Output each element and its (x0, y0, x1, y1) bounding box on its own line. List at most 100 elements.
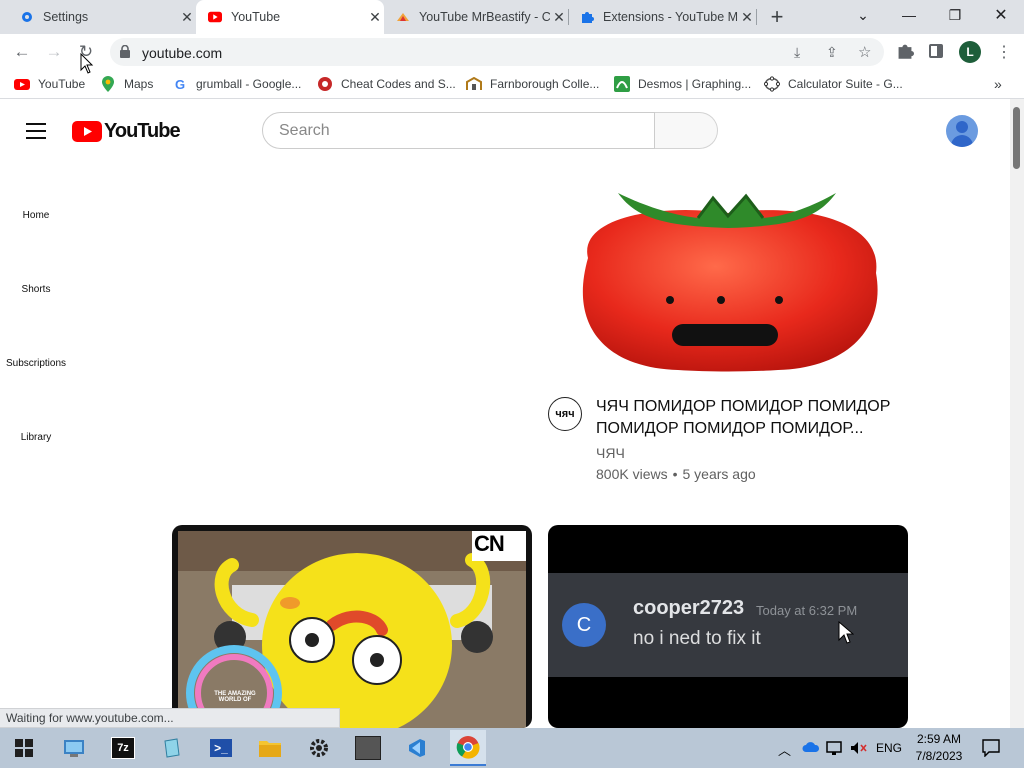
youtube-icon (208, 10, 222, 24)
bookmark-calculator-suite[interactable]: Calculator Suite - G... (764, 76, 903, 92)
gear-icon (20, 10, 34, 24)
control-panel-icon[interactable] (58, 732, 90, 764)
youtube-logo[interactable]: YouTube (72, 120, 181, 143)
tab-title: YouTube (231, 10, 281, 24)
windows-taskbar: 7z >_ ︿ ENG 2:59 AM 7/8/2023 (0, 728, 1024, 768)
video-thumbnail[interactable]: CN THE AMAZING WORLD OF (172, 525, 532, 728)
status-bubble: Waiting for www.youtube.com... (0, 708, 340, 728)
bookmarks-overflow-icon[interactable]: » (994, 76, 1002, 92)
extensions-puzzle-icon[interactable] (896, 42, 916, 62)
search-button[interactable] (655, 112, 718, 149)
tomato-face-image (582, 193, 878, 372)
close-tab-icon[interactable]: ✕ (550, 9, 568, 26)
bookmark-star-icon[interactable]: ☆ (858, 43, 871, 61)
tab-title: YouTube MrBeastify - C (419, 10, 550, 24)
tab-separator (568, 9, 569, 25)
desmos-icon (614, 76, 630, 92)
farnborough-icon (466, 76, 482, 92)
new-tab-button[interactable]: + (764, 4, 790, 30)
bookmark-label: Desmos | Graphing... (638, 77, 752, 91)
bookmark-farnborough[interactable]: Farnborough Colle... (466, 76, 599, 92)
tab-title: Settings (43, 10, 89, 24)
video-title-line: ПОМИДОР ПОМИДОР ПОМИДОР... (596, 420, 864, 437)
guide-label: Library (20, 432, 52, 443)
show-logo-text: THE AMAZING WORLD OF (214, 691, 256, 703)
guide-shorts[interactable]: Shorts (0, 284, 72, 295)
language-indicator[interactable]: ENG (876, 741, 902, 755)
bookmark-desmos[interactable]: Desmos | Graphing... (614, 76, 751, 92)
game-icon[interactable] (352, 732, 384, 764)
bookmark-cheat-codes[interactable]: Cheat Codes and S... (317, 76, 456, 92)
close-tab-icon[interactable]: ✕ (366, 9, 384, 26)
tab-search-chevron-icon[interactable]: ⌄ (840, 0, 886, 30)
google-icon: G (174, 76, 186, 92)
tab-youtube[interactable]: YouTube ✕ (196, 0, 384, 34)
puzzle-icon (580, 10, 594, 24)
account-avatar-icon[interactable] (946, 115, 978, 147)
upload-age: 5 years ago (682, 466, 756, 482)
page-scrollbar[interactable] (1010, 99, 1024, 728)
close-tab-icon[interactable]: ✕ (178, 9, 196, 26)
mrbeastify-icon (396, 10, 410, 24)
bookmark-maps[interactable]: Maps (100, 76, 153, 92)
file-explorer-icon[interactable] (254, 732, 286, 764)
profile-avatar[interactable]: L (959, 41, 981, 63)
windows-start-icon[interactable] (8, 732, 40, 764)
bookmark-label: YouTube (38, 77, 86, 91)
address-bar[interactable]: youtube.com ⤓ ⇪ ☆ (110, 38, 884, 66)
tab-extensions[interactable]: Extensions - YouTube M ✕ (568, 0, 756, 34)
mouse-cursor-icon (80, 53, 94, 74)
clock[interactable]: 2:59 AM 7/8/2023 (914, 732, 964, 763)
video-title[interactable]: ЧЯЧ ПОМИДОР ПОМИДОР ПОМИДОР ПОМИДОР ПОМИ… (596, 396, 896, 440)
back-arrow-icon[interactable]: ← (8, 38, 36, 66)
notifications-icon[interactable] (982, 739, 1000, 760)
vscode-icon[interactable] (401, 732, 433, 764)
youtube-play-icon (72, 121, 102, 142)
share-icon[interactable]: ⇪ (826, 44, 838, 61)
guide-home[interactable]: Home (0, 210, 72, 221)
notepad-icon[interactable] (156, 732, 188, 764)
geogebra-icon (764, 76, 780, 92)
video-thumbnail[interactable]: C cooper2723 Today at 6:32 PM no i ned t… (548, 525, 908, 728)
tab-mrbeastify[interactable]: YouTube MrBeastify - C ✕ (384, 0, 568, 34)
tab-settings[interactable]: Settings ✕ (8, 0, 196, 34)
video-title-line: ЧЯЧ ПОМИДОР ПОМИДОР ПОМИДОР (596, 398, 891, 415)
settings-icon[interactable] (303, 732, 335, 764)
youtube-icon (14, 76, 30, 92)
guide-subscriptions[interactable]: Subscriptions (0, 358, 72, 369)
bookmark-label: Maps (124, 77, 154, 91)
restore-icon[interactable]: ❐ (932, 0, 978, 30)
tab-separator (756, 9, 757, 25)
channel-avatar[interactable]: чяч (548, 397, 582, 431)
maps-pin-icon (100, 76, 116, 92)
bookmark-label: Calculator Suite - G... (788, 77, 903, 91)
forward-arrow-icon[interactable]: → (40, 38, 68, 66)
side-panel-icon[interactable] (929, 44, 943, 58)
video-thumbnail[interactable] (548, 178, 908, 380)
install-app-icon[interactable]: ⤓ (794, 44, 800, 61)
close-tab-icon[interactable]: ✕ (738, 9, 756, 26)
network-icon[interactable] (826, 740, 844, 759)
onedrive-icon[interactable] (802, 741, 820, 756)
guide-library[interactable]: Library (0, 432, 72, 443)
discord-timestamp: Today at 6:32 PM (756, 603, 858, 618)
powershell-icon[interactable]: >_ (205, 732, 237, 764)
search-input[interactable]: Search (262, 112, 655, 149)
menu-kebab-icon[interactable]: ⋮ (996, 42, 1012, 62)
discord-message: no i ned to fix it (633, 628, 761, 649)
bookmark-grumball[interactable]: G grumball - Google... (172, 76, 301, 92)
bookmark-youtube[interactable]: YouTube (14, 76, 85, 92)
scrollbar-thumb[interactable] (1013, 107, 1020, 169)
channel-name[interactable]: ЧЯЧ (596, 445, 625, 461)
chrome-icon[interactable] (450, 730, 486, 766)
7zip-icon[interactable]: 7z (107, 732, 139, 764)
volume-muted-icon[interactable] (850, 740, 868, 759)
minimize-icon[interactable]: — (886, 0, 932, 30)
bookmark-label: grumball - Google... (196, 77, 302, 91)
hamburger-menu-icon[interactable] (26, 123, 46, 139)
address-text: youtube.com (142, 45, 223, 61)
lock-icon (120, 44, 132, 59)
tray-overflow-chevron-icon[interactable]: ︿ (778, 740, 791, 759)
youtube-logo-text: YouTube (104, 120, 181, 142)
close-window-icon[interactable]: ✕ (978, 0, 1024, 30)
